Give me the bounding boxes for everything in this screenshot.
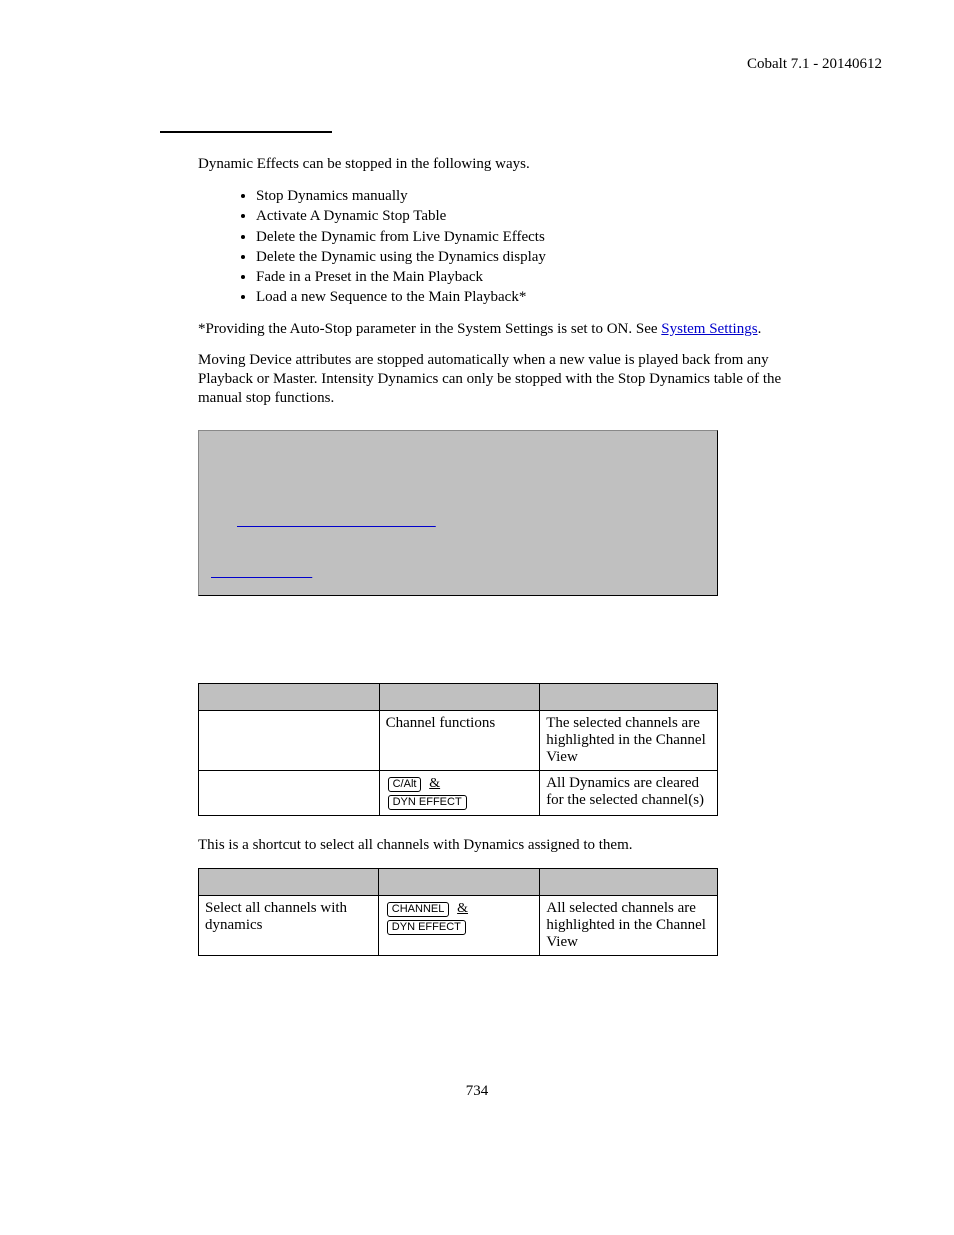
cell-feedback: All Dynamics are cleared for the selecte…	[540, 771, 718, 816]
table-header-row: Action Key Feedback	[199, 684, 718, 711]
cell-action: Select channel(s)	[199, 711, 380, 771]
cell-key: Channel functions	[379, 711, 540, 771]
cell-action: Clear Dynamics	[199, 771, 380, 816]
list-item: Load a new Sequence to the Main Playback…	[256, 287, 818, 307]
footnote-suffix: .	[758, 321, 762, 337]
stop-methods-list: Stop Dynamics manually Activate A Dynami…	[198, 186, 818, 308]
cell-key: CHANNEL & DYN EFFECT	[378, 895, 540, 955]
doc-version: Cobalt 7.1 - 20140612	[747, 56, 882, 73]
keycap-dyn-effect: DYN EFFECT	[388, 795, 467, 810]
system-settings-link[interactable]: System Settings	[661, 321, 757, 337]
ampersand: &	[457, 901, 468, 916]
shortcut-paragraph: This is a shortcut to select all channel…	[198, 836, 818, 855]
list-item: Stop Dynamics manually	[256, 186, 818, 206]
page-number: 734	[0, 1083, 954, 1100]
instructions-table-2: Action Key Feedback Select all channels …	[198, 868, 718, 956]
list-item: Delete the Dynamic from Live Dynamic Eff…	[256, 227, 818, 247]
cell-feedback: The selected channels are highlighted in…	[540, 711, 718, 771]
footnote-prefix: *Providing the Auto-Stop parameter in th…	[198, 321, 661, 337]
table-row: Select all channels with dynamics CHANNE…	[199, 895, 718, 955]
intro-paragraph: Dynamic Effects can be stopped in the fo…	[198, 155, 818, 174]
note-link-1[interactable]	[237, 513, 436, 529]
keycap-dyn-effect: DYN EFFECT	[387, 920, 466, 935]
keycap-c-alt: C/Alt	[388, 777, 422, 792]
table-row: Clear Dynamics C/Alt & DYN EFFECT All Dy…	[199, 771, 718, 816]
col-action-header: Action	[199, 868, 379, 895]
col-feedback-header: Feedback	[540, 684, 718, 711]
table-row: Select channel(s) Channel functions The …	[199, 711, 718, 771]
col-key-header: Key	[379, 684, 540, 711]
list-item: Delete the Dynamic using the Dynamics di…	[256, 247, 818, 267]
list-item: Activate A Dynamic Stop Table	[256, 206, 818, 226]
moving-device-paragraph: Moving Device attributes are stopped aut…	[198, 351, 818, 409]
section-title-placeholder	[160, 115, 332, 133]
note-box: NOTE See	[198, 430, 718, 596]
cell-action: Select all channels with dynamics	[199, 895, 379, 955]
cell-key: C/Alt & DYN EFFECT	[379, 771, 540, 816]
autostop-footnote: *Providing the Auto-Stop parameter in th…	[198, 320, 818, 339]
col-key-header: Key	[378, 868, 540, 895]
page: Cobalt 7.1 - 20140612 Dynamic Effects ca…	[0, 0, 954, 1235]
col-feedback-header: Feedback	[540, 868, 718, 895]
body-column: Dynamic Effects can be stopped in the fo…	[198, 155, 818, 956]
keycap-channel: CHANNEL	[387, 902, 450, 917]
col-action-header: Action	[199, 684, 380, 711]
table-header-row: Action Key Feedback	[199, 868, 718, 895]
cell-feedback: All selected channels are highlighted in…	[540, 895, 718, 955]
instructions-table-1: Action Key Feedback Select channel(s) Ch…	[198, 683, 718, 816]
ampersand: &	[429, 776, 440, 791]
note-link-2[interactable]	[211, 564, 312, 580]
list-item: Fade in a Preset in the Main Playback	[256, 267, 818, 287]
